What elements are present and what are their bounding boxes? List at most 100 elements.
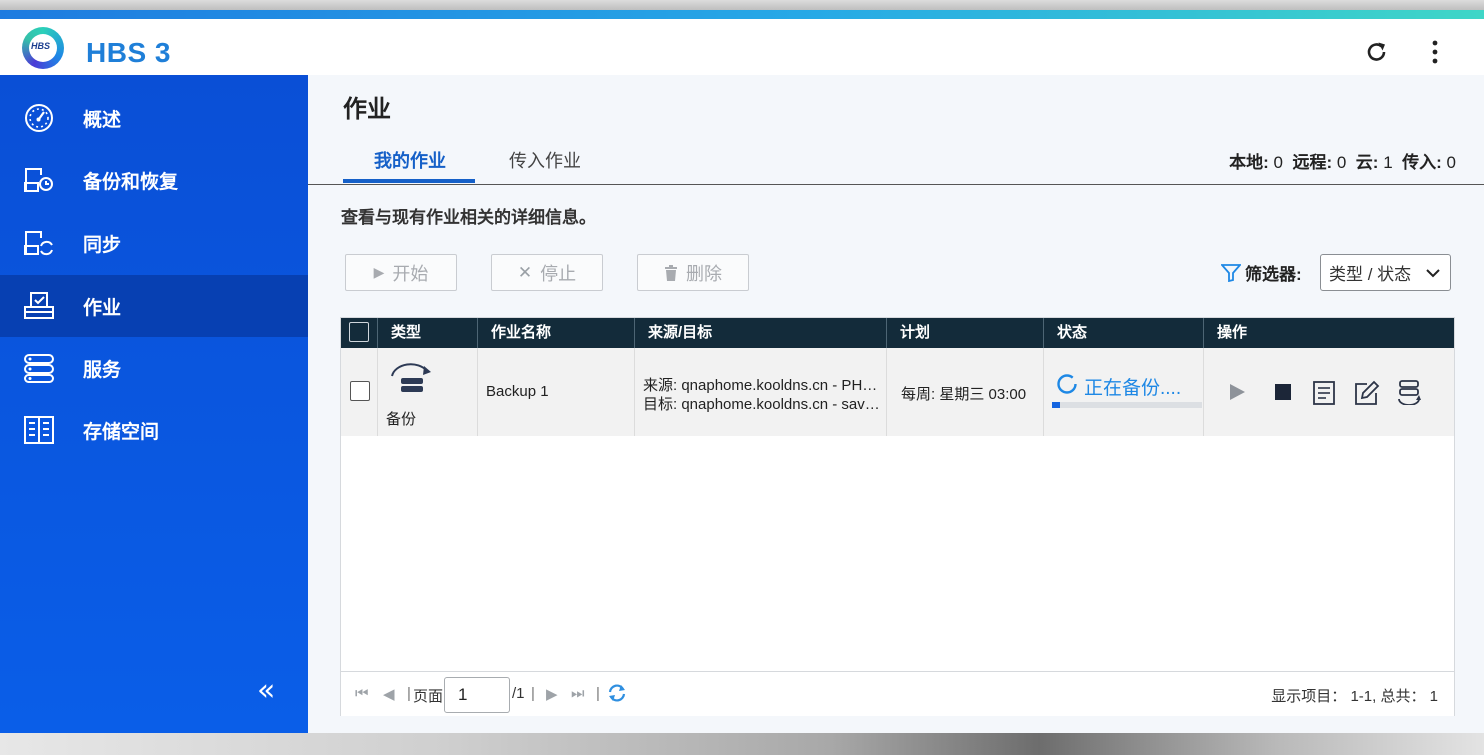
backup-restore-icon xyxy=(24,168,53,192)
previous-page-icon[interactable]: ◀ xyxy=(383,685,395,703)
filter-label: 筛选器: xyxy=(1221,260,1302,285)
filter-select[interactable]: 类型 / 状态 xyxy=(1320,254,1451,291)
start-button-label: 开始 xyxy=(392,263,429,284)
stop-button[interactable]: ✕ 停止 xyxy=(491,254,603,291)
sidebar-item-label: 存储空间 xyxy=(83,421,160,443)
sidebar-item-label: 概述 xyxy=(83,109,122,131)
header-checkbox-cell xyxy=(341,318,378,348)
app-title: HBS 3 xyxy=(86,37,171,68)
delete-button-label: 删除 xyxy=(686,263,722,284)
edit-icon[interactable] xyxy=(1354,380,1380,406)
row-checkbox-cell xyxy=(341,348,378,436)
job-status: 正在备份.... xyxy=(1084,378,1182,399)
cloud-count-label: 云: xyxy=(1355,153,1379,172)
tab-incoming-jobs[interactable]: 传入作业 xyxy=(509,147,581,173)
start-button[interactable]: ▶ 开始 xyxy=(345,254,457,291)
remote-count: 0 xyxy=(1336,153,1347,172)
page-label: 页面 xyxy=(413,688,444,705)
name-cell: Backup 1 xyxy=(478,348,635,436)
main-content: 作业 我的作业 传入作业 本地: 0 远程: 0 云: 1 传入: 0 查看与现… xyxy=(308,75,1484,733)
first-page-icon[interactable]: ⏮ xyxy=(355,685,369,702)
page-description: 查看与现有作业相关的详细信息。 xyxy=(341,208,596,227)
play-icon: ▶ xyxy=(373,264,385,280)
total-pages: /1 xyxy=(512,685,525,702)
active-tab-indicator xyxy=(343,179,475,183)
storage-icon xyxy=(24,416,54,444)
type-cell: 备份 xyxy=(378,348,478,436)
log-icon[interactable] xyxy=(1313,381,1335,405)
chevron-down-icon xyxy=(1426,269,1440,278)
sync-icon xyxy=(24,231,53,256)
tab-divider xyxy=(308,184,1484,185)
type-label: 备份 xyxy=(386,411,417,428)
status-cell: 正在备份.... xyxy=(1044,348,1204,436)
job-source: 来源: qnaphome.kooldns.cn - PH… xyxy=(643,377,878,394)
filter-label-text: 筛选器: xyxy=(1245,265,1302,284)
job-schedule: 每周: 星期三 03:00 xyxy=(901,386,1027,403)
sidebar-item-label: 作业 xyxy=(83,297,122,319)
filter-icon xyxy=(1221,263,1241,282)
collapse-sidebar-icon[interactable]: « xyxy=(257,673,275,708)
trash-icon xyxy=(665,264,677,281)
column-header-type[interactable]: 类型 xyxy=(378,318,478,348)
page-title: 作业 xyxy=(343,96,391,123)
column-header-source-target[interactable]: 来源/目标 xyxy=(635,318,887,348)
schedule-cell: 每周: 星期三 03:00 xyxy=(887,348,1044,436)
stop-button-label: 停止 xyxy=(540,263,577,284)
table-header: 类型 作业名称 来源/目标 计划 状态 操作 xyxy=(341,318,1454,348)
sidebar-item-overview[interactable]: 概述 xyxy=(0,87,308,149)
job-icon xyxy=(24,292,54,319)
column-header-name[interactable]: 作业名称 xyxy=(478,318,635,348)
column-header-actions: 操作 xyxy=(1217,324,1248,341)
desktop-background-bottom xyxy=(0,733,1484,755)
reload-icon[interactable] xyxy=(607,683,627,703)
local-count: 0 xyxy=(1273,153,1284,172)
desktop-background-top xyxy=(0,0,1484,10)
row-checkbox[interactable] xyxy=(350,381,370,401)
table-row[interactable]: 备份 Backup 1 来源: qnaphome.kooldns.cn - PH… xyxy=(341,348,1454,436)
sidebar-item-sync[interactable]: 同步 xyxy=(0,212,308,274)
job-name[interactable]: Backup 1 xyxy=(486,383,549,400)
stop-icon[interactable] xyxy=(1274,383,1292,401)
services-icon xyxy=(24,354,54,383)
next-page-icon[interactable]: ▶ xyxy=(546,685,558,703)
job-counts: 本地: 0 远程: 0 云: 1 传入: 0 xyxy=(1229,148,1456,173)
column-header-schedule[interactable]: 计划 xyxy=(887,318,1044,348)
loading-spinner-icon xyxy=(1057,374,1077,394)
page-input[interactable]: 1 xyxy=(444,677,510,713)
title-bar: HBS HBS 3 xyxy=(0,19,1484,75)
sidebar-item-storage[interactable]: 存储空间 xyxy=(0,399,308,461)
tab-my-jobs[interactable]: 我的作业 xyxy=(374,147,446,173)
select-all-checkbox[interactable] xyxy=(349,322,369,342)
backup-type-icon xyxy=(391,363,431,392)
job-target: 目标: qnaphome.kooldns.cn - sav… xyxy=(643,396,880,413)
incoming-count: 0 xyxy=(1446,153,1456,172)
sidebar-item-label: 同步 xyxy=(83,234,122,256)
refresh-icon[interactable] xyxy=(1364,39,1390,65)
sidebar: 概述 备份和恢复 同步 作业 服务 存储空间 « xyxy=(0,75,308,733)
source-target-cell: 来源: qnaphome.kooldns.cn - PH… 目标: qnapho… xyxy=(635,348,887,436)
more-menu-icon[interactable] xyxy=(1424,39,1446,65)
filter-select-value: 类型 / 状态 xyxy=(1329,265,1412,284)
restore-icon[interactable] xyxy=(1397,379,1423,405)
logo-text: HBS xyxy=(31,41,51,51)
pagination-separator: | xyxy=(531,685,535,702)
last-page-icon[interactable]: ⏭ xyxy=(571,685,585,702)
items-shown-text: 显示项目： 1-1, 总共： 1 xyxy=(1271,688,1438,705)
close-icon: ✕ xyxy=(517,262,533,282)
cloud-count: 1 xyxy=(1383,153,1393,172)
incoming-count-label: 传入: xyxy=(1402,153,1442,172)
column-header-status[interactable]: 状态 xyxy=(1044,318,1204,348)
pagination-bar: ⏮ ◀ | 页面 1 /1 | ▶ ⏭ | 显示项目： 1-1, 总共： 1 xyxy=(341,671,1454,716)
local-count-label: 本地: xyxy=(1229,153,1269,172)
play-icon[interactable] xyxy=(1228,383,1246,401)
progress-fill xyxy=(1052,402,1060,408)
progress-track xyxy=(1052,402,1202,408)
sidebar-item-jobs[interactable]: 作业 xyxy=(0,275,308,337)
app-window: HBS HBS 3 概述 备份和恢复 同步 作业 服务 存储空间 « 作业 我的… xyxy=(0,10,1484,733)
sidebar-item-backup-restore[interactable]: 备份和恢复 xyxy=(0,149,308,211)
gauge-icon xyxy=(25,104,53,132)
sidebar-item-services[interactable]: 服务 xyxy=(0,337,308,399)
delete-button[interactable]: 删除 xyxy=(637,254,749,291)
accent-bar xyxy=(0,10,1484,19)
